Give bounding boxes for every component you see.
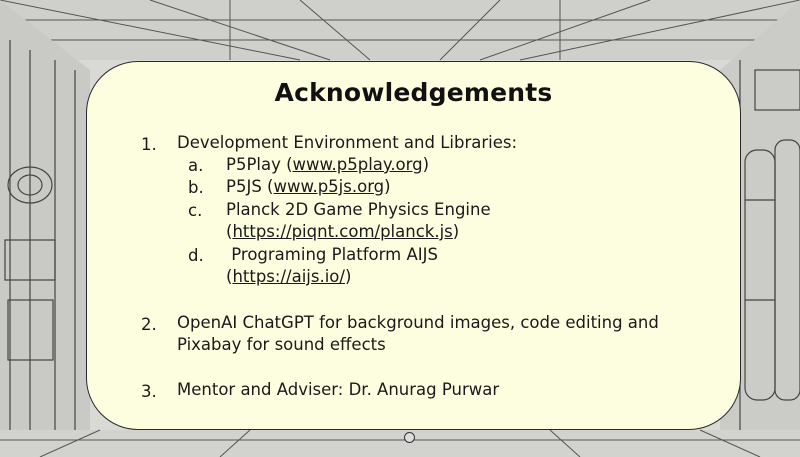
sublist-item: P5JS (www.p5js.org) xyxy=(226,177,391,196)
aijs-link[interactable]: https://aijs.io/ xyxy=(232,267,345,286)
slide-title: Acknowledgements xyxy=(274,78,553,107)
sublist-item: P5Play (www.p5play.org) xyxy=(226,155,430,174)
closing-paren: ) xyxy=(452,222,460,241)
p5js-link[interactable]: www.p5js.org xyxy=(273,177,384,196)
acknowledgements-card: Acknowledgements 1. Development Environm… xyxy=(86,61,741,430)
closing-paren: ) xyxy=(422,155,430,174)
slide-indicator-dot xyxy=(404,432,415,443)
closing-paren: ) xyxy=(384,177,391,196)
list-number: 3. xyxy=(141,382,157,401)
sublist-item-text: Programing Platform AIJS xyxy=(226,245,438,264)
sublist-letter: a. xyxy=(188,156,204,175)
sublist-letter: b. xyxy=(188,178,204,197)
list-item-text: Mentor and Adviser: Dr. Anurag Purwar xyxy=(177,380,500,399)
closing-paren: ) xyxy=(344,267,352,286)
list-item-text: Development Environment and Libraries: xyxy=(177,133,518,152)
sublist-item-text: Planck 2D Game Physics Engine xyxy=(226,200,491,219)
list-number: 1. xyxy=(141,135,157,154)
list-number: 2. xyxy=(141,315,157,334)
sublist-letter: d. xyxy=(188,246,204,265)
sublist-item-text: P5JS ( xyxy=(226,177,274,196)
sublist-item-link-line: (https://aijs.io/) xyxy=(226,267,352,286)
sublist-item-link-line: (https://piqnt.com/planck.js) xyxy=(226,222,460,241)
sublist-letter: c. xyxy=(188,201,203,220)
list-item-text: OpenAI ChatGPT for background images, co… xyxy=(177,313,659,332)
p5play-link[interactable]: www.p5play.org xyxy=(293,155,423,174)
sublist-item-text: P5Play ( xyxy=(226,155,293,174)
list-item-text-continued: Pixabay for sound effects xyxy=(177,335,386,354)
planck-link[interactable]: https://piqnt.com/planck.js xyxy=(232,222,452,241)
